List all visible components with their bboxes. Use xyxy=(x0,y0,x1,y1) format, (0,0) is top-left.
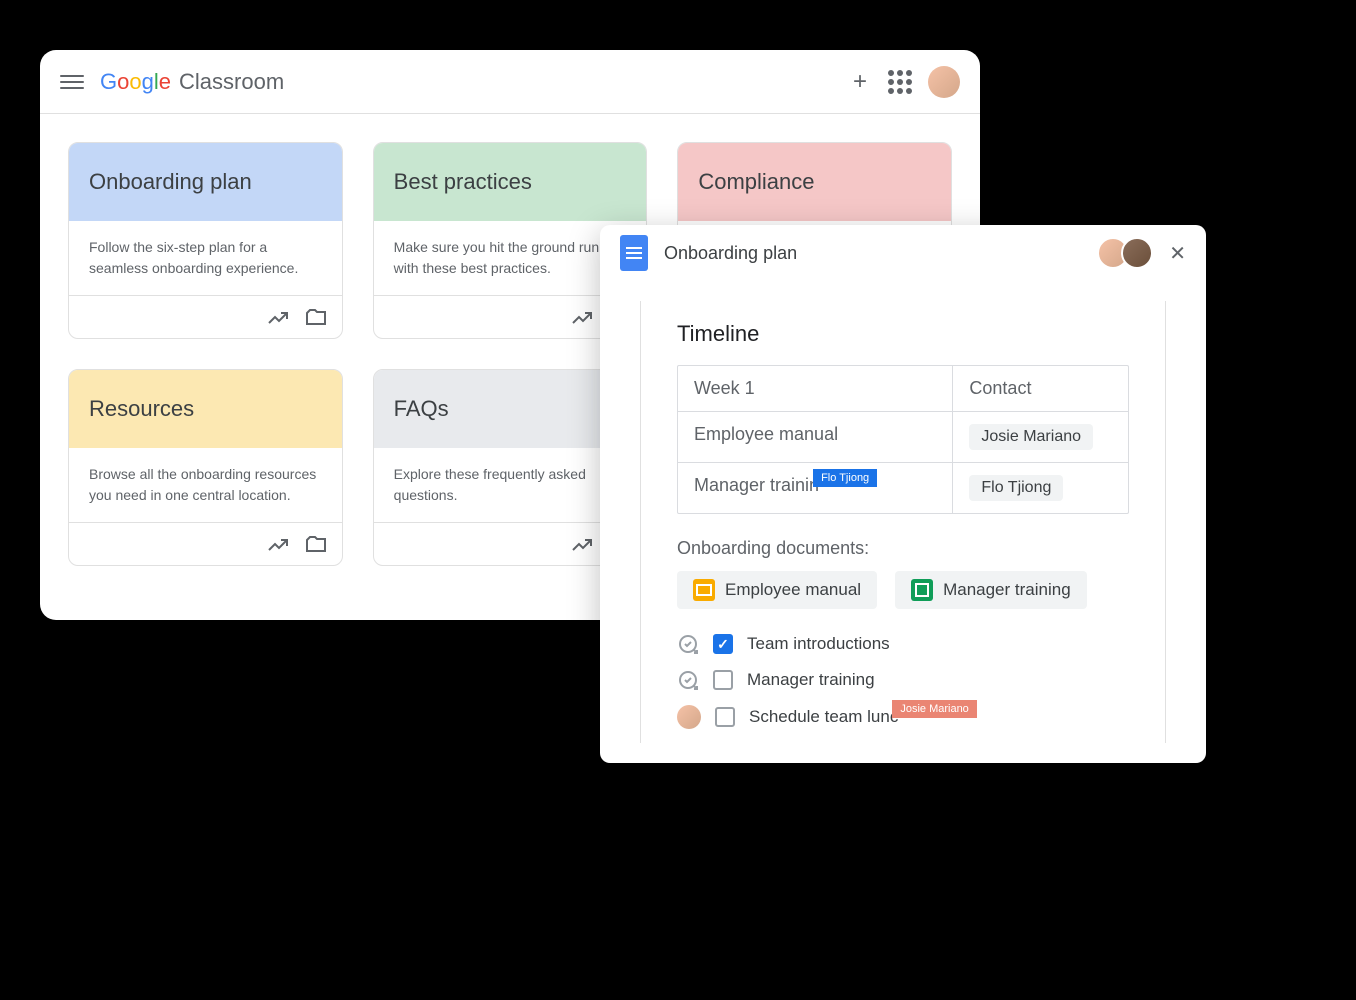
add-task-icon[interactable] xyxy=(677,633,699,655)
checkbox[interactable] xyxy=(713,670,733,690)
checklist: Team introductions Manager training Sche… xyxy=(677,633,1129,729)
trending-icon[interactable] xyxy=(570,533,592,555)
user-avatar[interactable] xyxy=(928,66,960,98)
timeline-heading: Timeline xyxy=(677,321,1129,347)
close-icon[interactable]: ✕ xyxy=(1169,241,1186,266)
table-cell-task[interactable]: Employee manual xyxy=(678,412,953,462)
slides-icon xyxy=(693,579,715,601)
docs-window: Onboarding plan ✕ Timeline Week 1 Contac… xyxy=(600,225,1206,763)
card-description: Follow the six-step plan for a seamless … xyxy=(69,221,342,295)
checklist-item: Schedule team luncJosie Mariano xyxy=(677,705,1129,729)
card-title: Onboarding plan xyxy=(69,143,342,221)
table-header-week: Week 1 xyxy=(678,366,953,411)
google-docs-icon xyxy=(620,235,648,271)
folder-icon[interactable] xyxy=(304,306,326,328)
trending-icon[interactable] xyxy=(570,306,592,328)
google-logo: G o o g l e xyxy=(100,69,171,95)
timeline-table: Week 1 Contact Employee manual Josie Mar… xyxy=(677,365,1129,514)
card-description: Browse all the onboarding resources you … xyxy=(69,448,342,522)
docs-header: Onboarding plan ✕ xyxy=(600,225,1206,281)
class-card-onboarding-plan[interactable]: Onboarding plan Follow the six-step plan… xyxy=(68,142,343,339)
docs-page-content[interactable]: Timeline Week 1 Contact Employee manual … xyxy=(640,301,1166,743)
hamburger-menu-icon[interactable] xyxy=(60,70,84,94)
sheets-icon xyxy=(911,579,933,601)
table-header-contact: Contact xyxy=(953,366,1128,411)
editor-cursor-label: Josie Mariano xyxy=(892,700,976,718)
contact-chip[interactable]: Josie Mariano xyxy=(969,424,1093,450)
google-apps-icon[interactable] xyxy=(888,70,912,94)
card-title: Compliance xyxy=(678,143,951,221)
assignee-avatar[interactable] xyxy=(677,705,701,729)
card-title: Best practices xyxy=(374,143,647,221)
add-task-icon[interactable] xyxy=(677,669,699,691)
editor-cursor-label: Flo Tjiong xyxy=(813,469,877,487)
table-cell-contact[interactable]: Flo Tjiong xyxy=(953,463,1128,513)
table-cell-task[interactable]: Manager traininFlo Tjiong xyxy=(678,463,953,513)
doc-link-employee-manual[interactable]: Employee manual xyxy=(677,571,877,609)
doc-link-label: Manager training xyxy=(943,580,1071,600)
add-class-icon[interactable]: + xyxy=(848,70,872,94)
checkbox[interactable] xyxy=(713,634,733,654)
checklist-item: Team introductions xyxy=(677,633,1129,655)
app-product-name: Classroom xyxy=(179,69,284,95)
trending-icon[interactable] xyxy=(266,306,288,328)
class-card-resources[interactable]: Resources Browse all the onboarding reso… xyxy=(68,369,343,566)
trending-icon[interactable] xyxy=(266,533,288,555)
collaborator-avatars xyxy=(1105,237,1153,269)
checklist-label[interactable]: Manager training xyxy=(747,670,875,690)
classroom-header: G o o g l e Classroom + xyxy=(40,50,980,114)
card-title: Resources xyxy=(69,370,342,448)
doc-link-manager-training[interactable]: Manager training xyxy=(895,571,1087,609)
contact-chip[interactable]: Flo Tjiong xyxy=(969,475,1063,501)
onboarding-documents-label: Onboarding documents: xyxy=(677,538,1129,559)
checklist-label[interactable]: Team introductions xyxy=(747,634,890,654)
folder-icon[interactable] xyxy=(304,533,326,555)
collaborator-avatar-2[interactable] xyxy=(1121,237,1153,269)
checklist-label[interactable]: Schedule team luncJosie Mariano xyxy=(749,707,898,727)
checkbox[interactable] xyxy=(715,707,735,727)
checklist-item: Manager training xyxy=(677,669,1129,691)
docs-document-title[interactable]: Onboarding plan xyxy=(664,243,797,264)
doc-link-label: Employee manual xyxy=(725,580,861,600)
table-cell-contact[interactable]: Josie Mariano xyxy=(953,412,1128,462)
